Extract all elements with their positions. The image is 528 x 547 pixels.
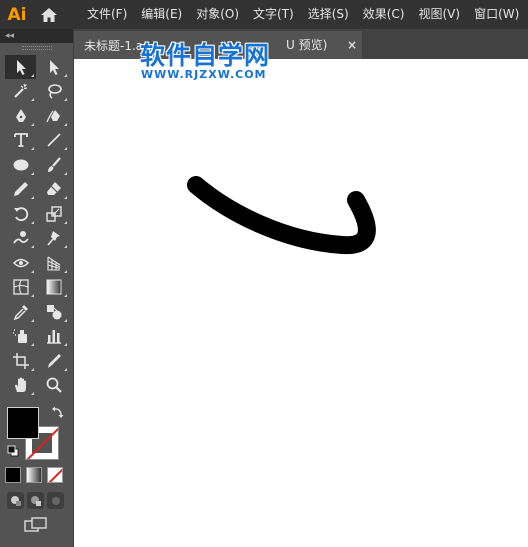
watermark: 软件自学网 WWW.RJZXW.COM (140, 36, 300, 82)
pencil-tool[interactable] (5, 178, 36, 202)
home-icon (41, 7, 57, 22)
artboard-tool[interactable] (5, 349, 36, 373)
main-menu: 文件(F) 编辑(E) 对象(O) 文字(T) 选择(S) 效果(C) 视图(V… (80, 0, 526, 29)
draw-inside-button[interactable] (47, 492, 64, 509)
gradient-icon (46, 279, 61, 295)
scale-tool[interactable] (38, 202, 69, 226)
menu-edit[interactable]: 编辑(E) (134, 0, 189, 29)
column-graph-tool[interactable] (38, 325, 69, 349)
pen-tool[interactable] (5, 104, 36, 128)
document-tab-title: 未标题-1.a (84, 38, 144, 53)
pen-icon (15, 108, 26, 122)
type-tool[interactable] (5, 129, 36, 153)
arrow-hollow-icon (49, 59, 59, 75)
tool-grid (0, 53, 73, 397)
gradient-tool[interactable] (38, 276, 69, 300)
zoom-tool[interactable] (38, 374, 69, 398)
panel-collapse-button[interactable]: ◂◂ (0, 29, 73, 43)
menu-file[interactable]: 文件(F) (80, 0, 134, 29)
line-segment-tool[interactable] (38, 129, 69, 153)
line-icon (46, 133, 61, 147)
perspective-grid-tool[interactable] (38, 251, 69, 275)
draw-normal-button[interactable] (7, 492, 24, 509)
eyedropper-icon (13, 304, 28, 320)
rotate-tool[interactable] (5, 202, 36, 226)
arrow-solid-icon (16, 59, 26, 75)
mesh-icon (12, 279, 29, 295)
pin-icon (46, 231, 60, 246)
free-transform-tool[interactable] (5, 251, 36, 275)
free-transform-icon (12, 258, 29, 267)
selection-tool[interactable] (5, 55, 36, 79)
watermark-title: 软件自学网 (140, 41, 271, 70)
menu-bar: Ai 文件(F) 编辑(E) 对象(O) 文字(T) 选择(S) 效果(C) 视… (0, 0, 528, 29)
brush-stroke[interactable] (74, 59, 528, 547)
default-colors-icon[interactable] (7, 445, 19, 457)
artboard-icon (12, 352, 29, 369)
menu-window[interactable]: 窗口(W) (467, 0, 526, 29)
fill-swatch[interactable] (7, 407, 39, 439)
eraser-tool[interactable] (38, 178, 69, 202)
symbol-sprayer-tool[interactable] (5, 325, 36, 349)
type-icon (13, 133, 28, 148)
menu-type[interactable]: 文字(T) (246, 0, 301, 29)
curvature-pen-icon (45, 109, 60, 123)
symbol-sprayer-icon (12, 329, 27, 344)
draw-behind-icon (30, 495, 41, 506)
ellipse-icon (13, 159, 28, 171)
draw-behind-button[interactable] (27, 492, 44, 509)
panel-grip[interactable] (0, 43, 73, 53)
home-button[interactable] (34, 0, 64, 29)
menu-view[interactable]: 视图(V) (411, 0, 467, 29)
none-mode-button[interactable] (47, 467, 63, 483)
color-mode-button[interactable] (5, 467, 21, 483)
pencil-icon (13, 182, 28, 197)
rotate-icon (13, 207, 28, 221)
hand-tool[interactable] (5, 374, 36, 398)
mesh-tool[interactable] (5, 276, 36, 300)
knife-icon (47, 353, 61, 368)
menu-effect[interactable]: 效果(C) (356, 0, 412, 29)
watermark-url: WWW.RJZXW.COM (141, 68, 267, 81)
tools-panel: ◂◂ (0, 29, 74, 547)
warp-icon (12, 231, 29, 244)
bar-graph-icon (46, 330, 61, 344)
lasso-icon (47, 84, 62, 99)
shape-builder-icon (46, 304, 61, 320)
menu-object[interactable]: 对象(O) (189, 0, 246, 29)
eraser-icon (46, 182, 61, 196)
warp-tool[interactable] (5, 227, 36, 251)
direct-selection-tool[interactable] (38, 55, 69, 79)
hand-icon (14, 377, 26, 393)
magic-wand-icon (13, 84, 27, 98)
menu-select[interactable]: 选择(S) (301, 0, 356, 29)
color-mode-row (5, 467, 63, 483)
eyedropper-tool[interactable] (5, 300, 36, 324)
none-slash-icon (48, 468, 62, 482)
zoom-icon (46, 377, 62, 394)
gradient-mode-button[interactable] (26, 467, 42, 483)
swap-fill-stroke-icon[interactable] (51, 405, 65, 419)
draw-inside-icon (51, 496, 60, 505)
screen-mode-icon[interactable] (24, 517, 48, 533)
blend-tool[interactable] (38, 300, 69, 324)
puppet-warp-tool[interactable] (38, 227, 69, 251)
paintbrush-tool[interactable] (38, 153, 69, 177)
draw-normal-icon (10, 495, 21, 506)
app-logo: Ai (7, 4, 27, 25)
magic-wand-tool[interactable] (5, 80, 36, 104)
slice-tool[interactable] (38, 349, 69, 373)
close-tab-button[interactable]: × (342, 31, 362, 59)
illustrator-window: Ai 文件(F) 编辑(E) 对象(O) 文字(T) 选择(S) 效果(C) 视… (0, 0, 528, 547)
ellipse-tool[interactable] (5, 153, 36, 177)
artboard-canvas[interactable] (74, 59, 528, 547)
curvature-tool[interactable] (38, 104, 69, 128)
lasso-tool[interactable] (38, 80, 69, 104)
brush-icon (47, 157, 61, 172)
scale-icon (45, 206, 62, 222)
perspective-grid-icon (46, 256, 60, 271)
draw-mode-row (7, 492, 64, 509)
